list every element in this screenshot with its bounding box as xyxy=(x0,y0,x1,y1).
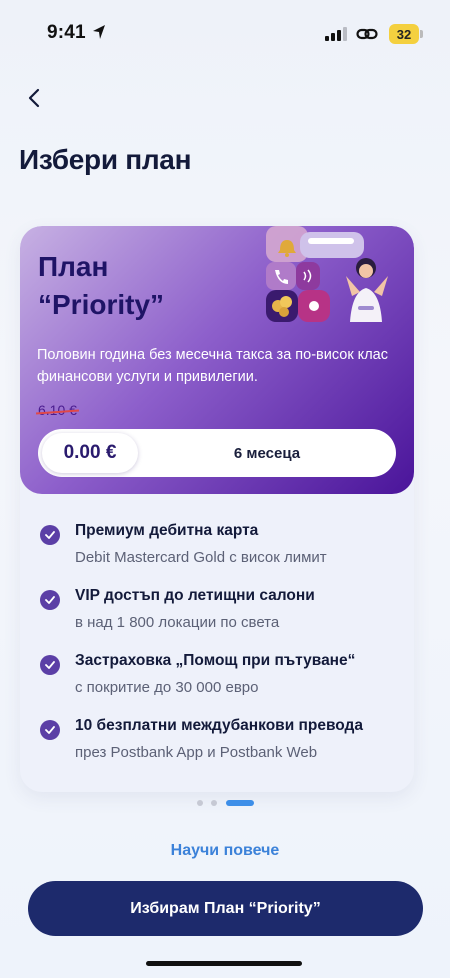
check-icon xyxy=(40,720,60,740)
price-pill: 0.00 € 6 месеца xyxy=(38,429,396,477)
back-button[interactable] xyxy=(18,82,50,114)
feature-subtitle: Debit Mastercard Gold с висок лимит xyxy=(75,549,327,566)
price-value: 0.00 € xyxy=(42,433,138,473)
pagination-dots xyxy=(0,798,450,808)
check-icon xyxy=(40,590,60,610)
pagination-dot-active[interactable] xyxy=(226,800,254,806)
pagination-dot[interactable] xyxy=(211,800,217,806)
feature-subtitle: с покритие до 30 000 евро xyxy=(75,679,259,696)
link-icon xyxy=(356,28,378,40)
old-price: 6.10 € xyxy=(38,402,77,418)
feature-title: VIP достъп до летищни салони xyxy=(75,587,315,604)
price-period: 6 месеца xyxy=(233,444,301,462)
feature-title: 10 безплатни междубанкови превода xyxy=(75,717,364,734)
feature-item: Застраховка „Помощ при пътуване“ с покри… xyxy=(40,652,400,717)
plan-illustration xyxy=(266,226,388,322)
plan-title-line2: “Priority” xyxy=(38,289,165,320)
status-time: 9:41 xyxy=(47,22,86,43)
pagination-dot[interactable] xyxy=(197,800,203,806)
feature-subtitle: през Postbank App и Postbank Web xyxy=(75,744,318,761)
home-indicator xyxy=(146,961,302,966)
plan-title-line1: План xyxy=(38,251,109,282)
plan-title: План “Priority” xyxy=(38,248,238,324)
check-icon xyxy=(40,655,60,675)
plan-description: Половин година без месечна такса за по-в… xyxy=(37,347,388,385)
plan-hero: План “Priority” Половин година без месеч… xyxy=(20,226,414,494)
feature-subtitle: в над 1 800 локации по света xyxy=(75,614,280,631)
battery-icon: 32 xyxy=(389,24,419,44)
back-chevron-icon xyxy=(28,88,40,108)
feature-item: 10 безплатни междубанкови превода през P… xyxy=(40,717,400,782)
select-plan-button[interactable]: Избирам План “Priority” xyxy=(28,881,423,936)
battery-tip xyxy=(420,30,423,38)
feature-item: Премиум дебитна карта Debit Mastercard G… xyxy=(40,522,400,587)
plan-card[interactable]: План “Priority” Половин година без месеч… xyxy=(20,226,414,792)
feature-list: Премиум дебитна карта Debit Mastercard G… xyxy=(40,522,400,782)
feature-item: VIP достъп до летищни салони в над 1 800… xyxy=(40,587,400,652)
learn-more-link[interactable]: Научи повече xyxy=(0,842,450,860)
location-arrow-icon xyxy=(93,25,105,39)
check-icon xyxy=(40,525,60,545)
page-title: Избери план xyxy=(19,144,192,175)
feature-title: Премиум дебитна карта xyxy=(75,522,259,539)
status-bar: 9:41 32 xyxy=(0,0,450,64)
battery-level: 32 xyxy=(396,26,412,42)
feature-title: Застраховка „Помощ при пътуване“ xyxy=(75,652,356,669)
signal-icon xyxy=(325,27,347,41)
